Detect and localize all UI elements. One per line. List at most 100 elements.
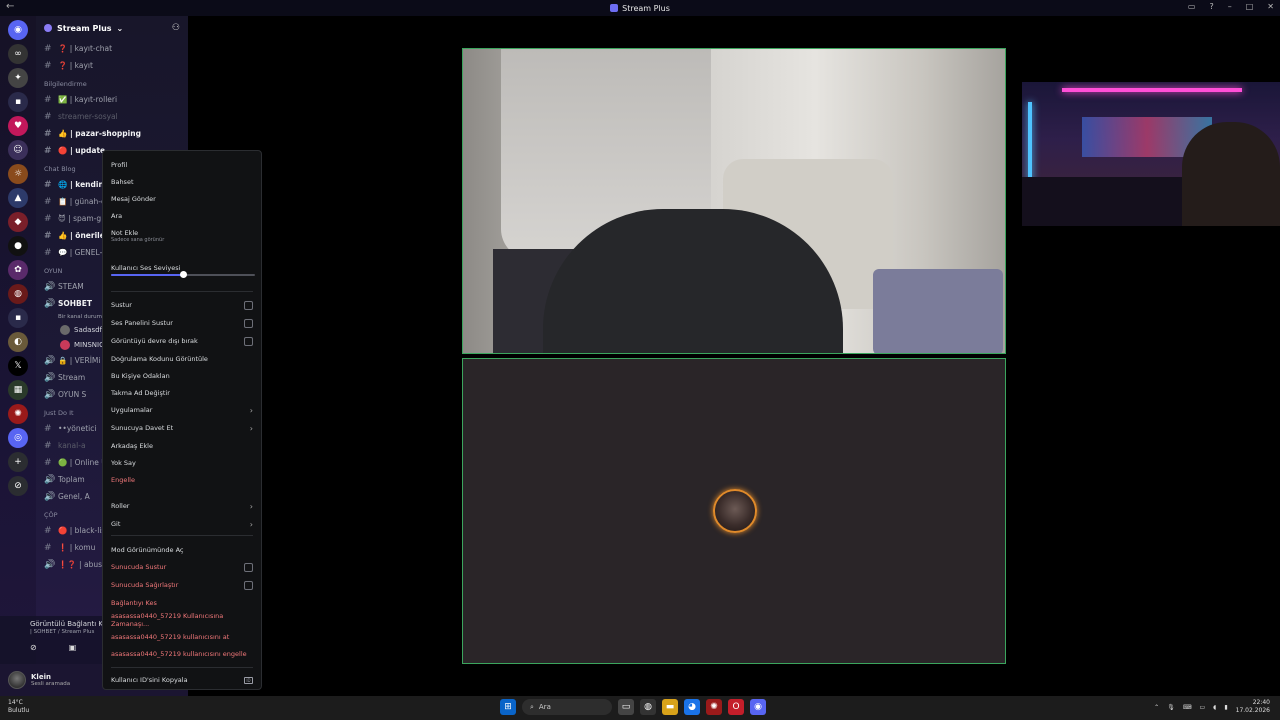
text-channel[interactable]: # ❓ | kayıt (36, 57, 188, 74)
back-arrow-icon[interactable]: ← (6, 1, 14, 12)
clock[interactable]: 22:40 17.02.2026 (1236, 699, 1270, 715)
discord-home-icon[interactable]: ◉ (8, 20, 28, 40)
maximize-button[interactable]: □ (1246, 2, 1254, 11)
server-icon[interactable]: ∞ (8, 44, 28, 64)
server-icon[interactable]: ◍ (8, 284, 28, 304)
camera-off-icon[interactable]: ⊘ (30, 643, 37, 652)
channel-category[interactable]: Bilgilendirme (36, 74, 188, 91)
add-server-icon[interactable]: + (8, 452, 28, 472)
checkbox[interactable] (244, 580, 253, 590)
file-explorer-icon[interactable]: ▬ (662, 699, 678, 715)
server-icon[interactable]: ✺ (8, 404, 28, 424)
menu-item-label: Bu Kişiye Odaklan (111, 372, 170, 380)
streamer-webcam-overlay (1022, 82, 1280, 226)
start-icon[interactable]: ⊞ (500, 699, 516, 715)
task-view-icon[interactable]: ▭ (618, 699, 634, 715)
menu-item[interactable]: Kullanıcı ID'sini Kopyala ID (111, 674, 253, 686)
menu-item[interactable]: Sunucuda Sağırlaştır (111, 579, 253, 591)
help-icon[interactable]: ? (1209, 2, 1213, 11)
discord-icon[interactable]: ◉ (750, 699, 766, 715)
language-icon[interactable]: ⌨ (1183, 704, 1192, 711)
menu-item[interactable]: Ses Panelini Sustur (111, 317, 253, 329)
chrome-icon[interactable]: ◕ (684, 699, 700, 715)
menu-item[interactable]: Uygulamalar › (111, 404, 253, 416)
channel-name: SOHBET (58, 299, 93, 308)
network-icon[interactable]: ▭ (1199, 704, 1205, 711)
minimize-button[interactable]: – (1228, 2, 1232, 11)
mic-icon[interactable]: 🎙 (1167, 704, 1175, 711)
server-icon[interactable]: ▲ (8, 188, 28, 208)
server-icon[interactable]: ◆ (8, 212, 28, 232)
app-icon[interactable]: ✺ (706, 699, 722, 715)
menu-item[interactable]: Bahset (111, 176, 253, 188)
user-volume-slider[interactable] (111, 271, 255, 278)
text-channel[interactable]: # 👍 | pazar-shopping (36, 125, 188, 142)
text-channel[interactable]: # ❓ | kayıt-chat (36, 40, 188, 57)
x-server-icon[interactable]: 𝕏 (8, 356, 28, 376)
steam-icon[interactable]: ◍ (640, 699, 656, 715)
battery-icon[interactable]: ▮ (1224, 704, 1227, 711)
chevron-up-icon[interactable]: ⌃ (1154, 704, 1159, 711)
opera-icon[interactable]: O (728, 699, 744, 715)
menu-item[interactable]: Git › (111, 518, 253, 530)
speaker-icon: 🔊 (44, 474, 56, 485)
menu-item[interactable]: Görüntüyü devre dışı bırak (111, 335, 253, 347)
menu-item[interactable]: Yok Say (111, 457, 253, 469)
server-icon[interactable]: ▦ (8, 380, 28, 400)
folder-icon[interactable]: ▪ (8, 92, 28, 112)
server-icon[interactable]: ✿ (8, 260, 28, 280)
server-icon[interactable]: ♥ (8, 116, 28, 136)
menu-item-label: Not Ekle (111, 229, 139, 237)
menu-item[interactable]: Ara (111, 210, 253, 222)
inbox-icon[interactable]: ▭ (1188, 2, 1196, 11)
guild-header[interactable]: Stream Plus ⌄ ⚇ (36, 16, 188, 40)
close-button[interactable]: ✕ (1267, 2, 1274, 11)
video-tile-camera[interactable] (462, 48, 1006, 354)
checkbox[interactable] (244, 336, 253, 346)
menu-item[interactable]: Mod Görünümünde Aç (111, 544, 253, 556)
discover-icon[interactable]: ⊘ (8, 476, 28, 496)
server-icon[interactable]: ◐ (8, 332, 28, 352)
folder-icon[interactable]: ▪ (8, 308, 28, 328)
server-icon[interactable]: ☼ (8, 164, 28, 184)
menu-item[interactable]: Arkadaş Ekle (111, 440, 253, 452)
menu-item[interactable]: Sustur (111, 299, 253, 311)
checkbox[interactable] (244, 300, 253, 310)
server-icon[interactable]: ● (8, 236, 28, 256)
menu-item-label: Sunucuya Davet Et (111, 424, 174, 432)
server-icon[interactable]: ☺ (8, 140, 28, 160)
checkbox[interactable] (244, 562, 253, 572)
chevron-right-icon: › (249, 519, 253, 529)
menu-item[interactable]: Engelle (111, 474, 253, 486)
volume-icon[interactable]: ◖ (1213, 704, 1216, 711)
menu-item-label: Uygulamalar (111, 406, 153, 414)
add-member-icon[interactable]: ⚇ (172, 23, 180, 33)
menu-item[interactable]: asasassa0440_57219 kullanıcısını at (111, 631, 253, 643)
avatar (60, 324, 70, 335)
checkbox[interactable] (244, 318, 253, 328)
menu-item[interactable]: Mesaj Gönder (111, 193, 253, 205)
menu-item[interactable]: Doğrulama Kodunu Görüntüle (111, 353, 253, 365)
menu-item[interactable]: Sunucuya Davet Et › (111, 422, 253, 434)
menu-item[interactable]: Bu Kişiye Odaklan (111, 370, 253, 382)
menu-item-label: Bağlantıyı Kes (111, 599, 157, 607)
menu-item[interactable]: Sunucuda Sustur (111, 561, 253, 573)
menu-item[interactable]: Takma Ad Değiştir (111, 387, 253, 399)
weather-widget[interactable]: 14°C Bulutlu (8, 699, 29, 715)
menu-item[interactable]: Bağlantıyı Kes (111, 597, 253, 609)
screen-share-icon[interactable]: ▣ (69, 643, 77, 652)
text-channel[interactable]: # ✅ | kayıt-rolleri (36, 91, 188, 108)
server-icon[interactable]: ◎ (8, 428, 28, 448)
server-icon[interactable]: ✦ (8, 68, 28, 88)
text-channel[interactable]: # streamer-sosyal (36, 108, 188, 125)
video-tile-avatar[interactable] (462, 358, 1006, 664)
volume-knob[interactable] (180, 271, 187, 278)
menu-item[interactable]: Roller › (111, 500, 253, 512)
menu-divider (111, 667, 253, 668)
avatar[interactable] (8, 671, 26, 689)
menu-item[interactable]: asasassa0440_57219 Kullanıcısına Zamanaş… (111, 612, 253, 628)
menu-item-label: asasassa0440_57219 kullanıcısını engelle (111, 650, 247, 658)
menu-item[interactable]: asasassa0440_57219 kullanıcısını engelle (111, 648, 253, 660)
menu-item[interactable]: Profil (111, 159, 253, 171)
taskbar-search[interactable]: ⌕ Ara (522, 699, 612, 715)
